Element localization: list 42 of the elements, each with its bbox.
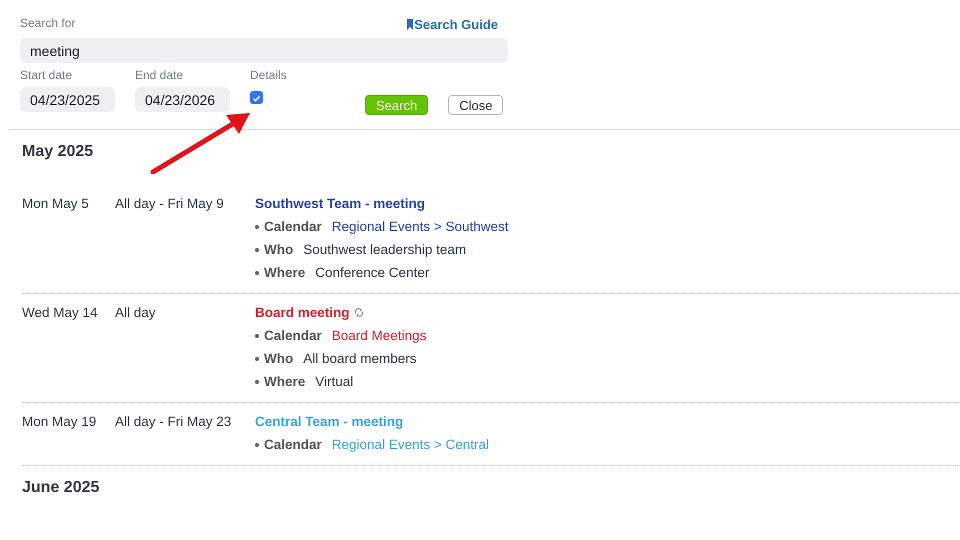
event-time: All day [115, 305, 157, 322]
event-title-link[interactable]: Board meeting [255, 305, 350, 320]
month-heading: June 2025 [22, 479, 100, 497]
details-checkbox[interactable] [250, 91, 263, 104]
detail-label: Where [264, 265, 306, 280]
bullet-dot [255, 270, 259, 274]
event-date: Wed May 14 [22, 305, 99, 322]
bullet-dot [255, 356, 259, 360]
bullet-dot [255, 248, 259, 252]
detail-value: Southwest leadership team [303, 242, 466, 257]
details-label: Details [250, 68, 288, 82]
bookmark-icon [407, 19, 414, 30]
end-date-label: End date [135, 68, 184, 82]
event-date: Mon May 19 [22, 414, 98, 431]
calendar-link[interactable]: Regional Events > Southwest [332, 219, 509, 234]
calendar-link[interactable]: Board Meetings [332, 328, 426, 343]
search-field[interactable]: meeting [20, 38, 508, 63]
close-button[interactable]: Close [448, 95, 504, 115]
detail-label: Who [264, 351, 294, 366]
detail-value: All board members [303, 351, 417, 366]
search-guide-link[interactable]: Search Guide [407, 17, 498, 32]
event-time: All day - Fri May 23 [115, 414, 232, 431]
detail-label: Where [264, 374, 306, 389]
bullet-dot [255, 334, 259, 338]
start-date-field[interactable]: 04/23/2025 [20, 87, 115, 112]
repeat-icon [354, 307, 364, 318]
detail-label: Calendar [264, 219, 322, 234]
search-label: Search for [20, 16, 76, 30]
event-title-link[interactable]: Southwest Team - meeting [255, 196, 426, 211]
bullet-dot [255, 224, 259, 228]
bullet-dot [255, 380, 259, 384]
event-date: Mon May 5 [22, 196, 90, 213]
month-heading: May 2025 [22, 143, 94, 161]
detail-label: Calendar [264, 437, 322, 452]
start-date-label: Start date [20, 68, 74, 82]
bullet-dot [255, 442, 259, 446]
detail-label: Who [264, 242, 294, 257]
event-time: All day - Fri May 9 [115, 196, 225, 213]
end-date-field[interactable]: 04/23/2026 [135, 87, 230, 112]
detail-label: Calendar [264, 328, 322, 343]
detail-value: Conference Center [315, 265, 430, 280]
detail-value: Virtual [315, 374, 354, 389]
